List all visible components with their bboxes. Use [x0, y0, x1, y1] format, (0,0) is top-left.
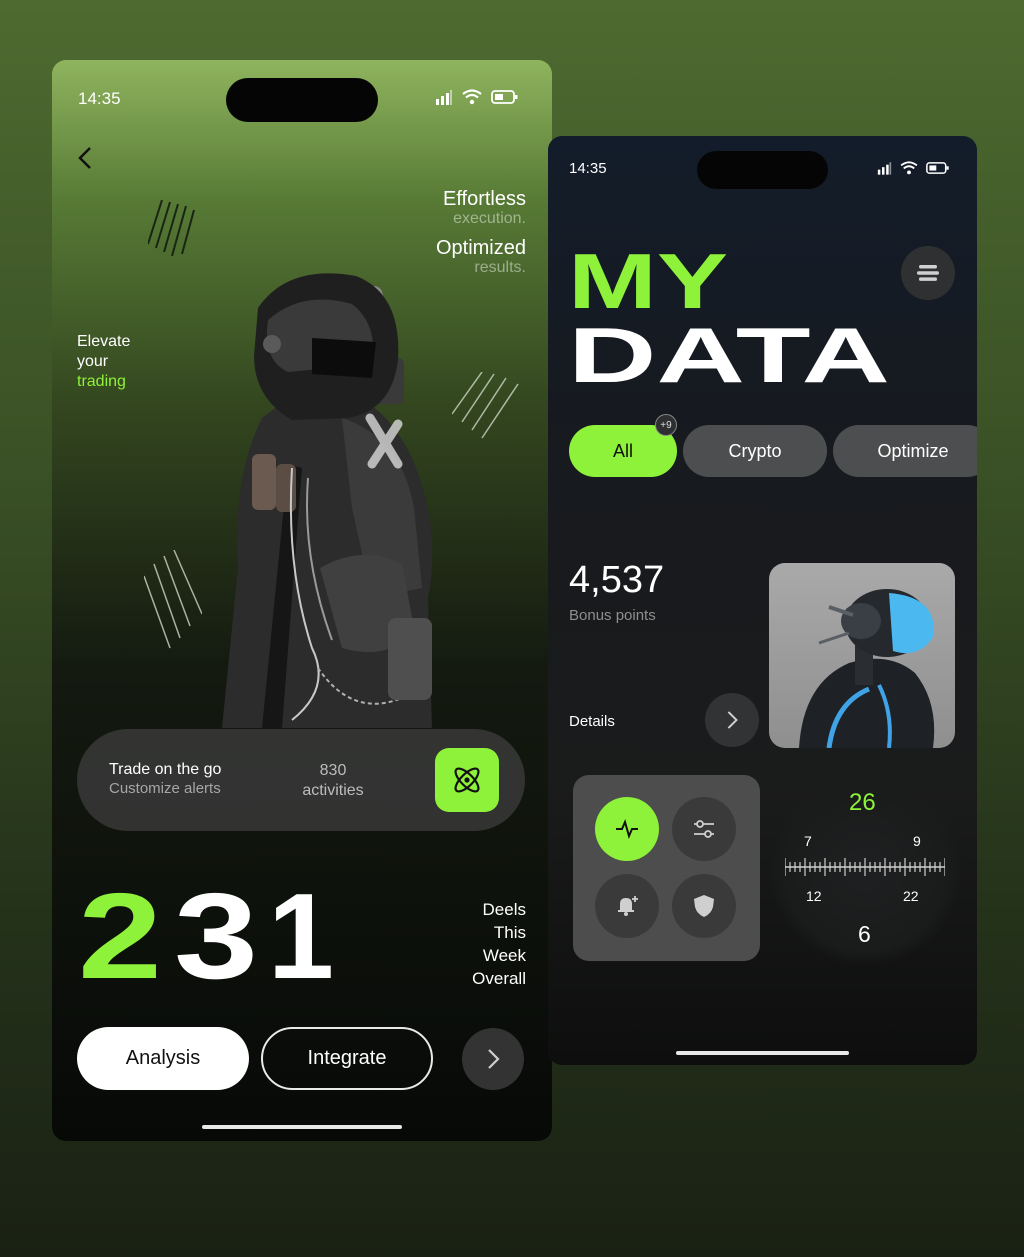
trade-subtitle: Customize alerts [109, 780, 221, 797]
chip-optimize[interactable]: Optimize [833, 425, 977, 477]
gauge-label: 12 [806, 888, 822, 904]
deals-caption-line: This [493, 923, 526, 942]
robot-image [799, 589, 935, 748]
elevate-highlight: trading [77, 373, 126, 390]
tagline-optimized: Optimized results. [436, 237, 526, 277]
chevron-right-icon [488, 1049, 500, 1069]
phone-left: 14:35 Effortless execution. Optimized re… [52, 60, 552, 1141]
dynamic-island [697, 151, 828, 189]
shield-button[interactable] [672, 874, 736, 938]
integrate-button[interactable]: Integrate [261, 1027, 433, 1090]
tagline-effortless: Effortless execution. [443, 188, 526, 228]
page-title: MY DATA [568, 246, 890, 386]
deals-caption-line: Deels [482, 900, 526, 919]
deals-caption-line: Week [482, 946, 526, 965]
tagline-title: Effortless [443, 188, 526, 210]
add-alert-button[interactable] [595, 874, 659, 938]
elevate-line: your [77, 353, 109, 370]
gauge-label: 22 [903, 888, 919, 904]
chip-crypto[interactable]: Crypto [683, 425, 827, 477]
elevate-text: Elevate your trading [77, 332, 130, 392]
elevate-line: Elevate [77, 333, 131, 350]
gauge-widget: 26 7 9 12 22 6 [771, 775, 961, 965]
points-label: Bonus points [569, 607, 656, 624]
points-value: 4,537 [569, 559, 665, 601]
chevron-right-icon [727, 711, 738, 729]
activities-label: activities [302, 782, 364, 799]
activities-stat: 830 activities [277, 761, 389, 801]
tagline-title: Optimized [435, 237, 526, 259]
digit: 3 [174, 886, 258, 982]
menu-button[interactable] [901, 246, 955, 300]
title-line-2: DATA [568, 311, 890, 386]
bell-plus-icon [618, 896, 638, 916]
details-button[interactable] [705, 693, 759, 747]
gauge-label: 7 [804, 833, 812, 849]
details-label: Details [569, 713, 615, 730]
hero-character-image [222, 273, 432, 728]
tagline-subtitle: results. [474, 259, 526, 276]
wifi-icon [462, 89, 482, 105]
gauge-top-value: 26 [849, 789, 876, 816]
gauge-label: 9 [913, 833, 921, 849]
back-chevron-icon[interactable] [74, 146, 98, 170]
hatch-decoration [452, 372, 519, 439]
hatch-decoration [148, 200, 195, 256]
battery-icon [491, 90, 518, 104]
status-time: 14:35 [569, 160, 607, 177]
home-indicator [676, 1051, 849, 1055]
deals-caption-line: Overall [472, 969, 526, 988]
wifi-icon [900, 161, 918, 175]
sliders-icon [694, 820, 714, 838]
activity-button[interactable] [595, 797, 659, 861]
trade-card: Trade on the go Customize alerts 830 act… [77, 729, 525, 831]
signal-icon [436, 90, 452, 105]
digit: 1 [268, 886, 334, 982]
quick-controls-panel [573, 775, 760, 961]
battery-icon [926, 162, 949, 174]
robot-photo [769, 563, 955, 748]
activities-count: 830 [319, 762, 347, 779]
analysis-button[interactable]: Analysis [77, 1027, 249, 1090]
digit-highlight: 2 [78, 886, 162, 982]
menu-icon [917, 265, 939, 281]
activity-icon [616, 819, 638, 839]
dynamic-island [226, 78, 378, 122]
trade-title: Trade on the go [109, 761, 222, 778]
atom-icon [454, 767, 480, 793]
sliders-button[interactable] [672, 797, 736, 861]
notification-badge: +9 [655, 414, 677, 436]
status-time: 14:35 [78, 89, 121, 108]
gauge-scale [785, 858, 945, 876]
gauge-bottom-value: 6 [858, 921, 871, 947]
atom-button[interactable] [435, 748, 499, 812]
next-button[interactable] [462, 1028, 524, 1090]
deals-count-number: 2 3 1 [78, 886, 334, 982]
tagline-subtitle: execution. [453, 210, 526, 227]
status-icons [877, 161, 950, 175]
shield-icon [694, 895, 714, 917]
signal-icon [877, 162, 892, 175]
deals-caption: Deels This Week Overall [472, 898, 526, 990]
home-indicator [202, 1125, 402, 1129]
phone-right: 14:35 MY DATA All Crypto Optimize +9 4,5… [548, 136, 977, 1065]
status-icons [435, 89, 519, 105]
